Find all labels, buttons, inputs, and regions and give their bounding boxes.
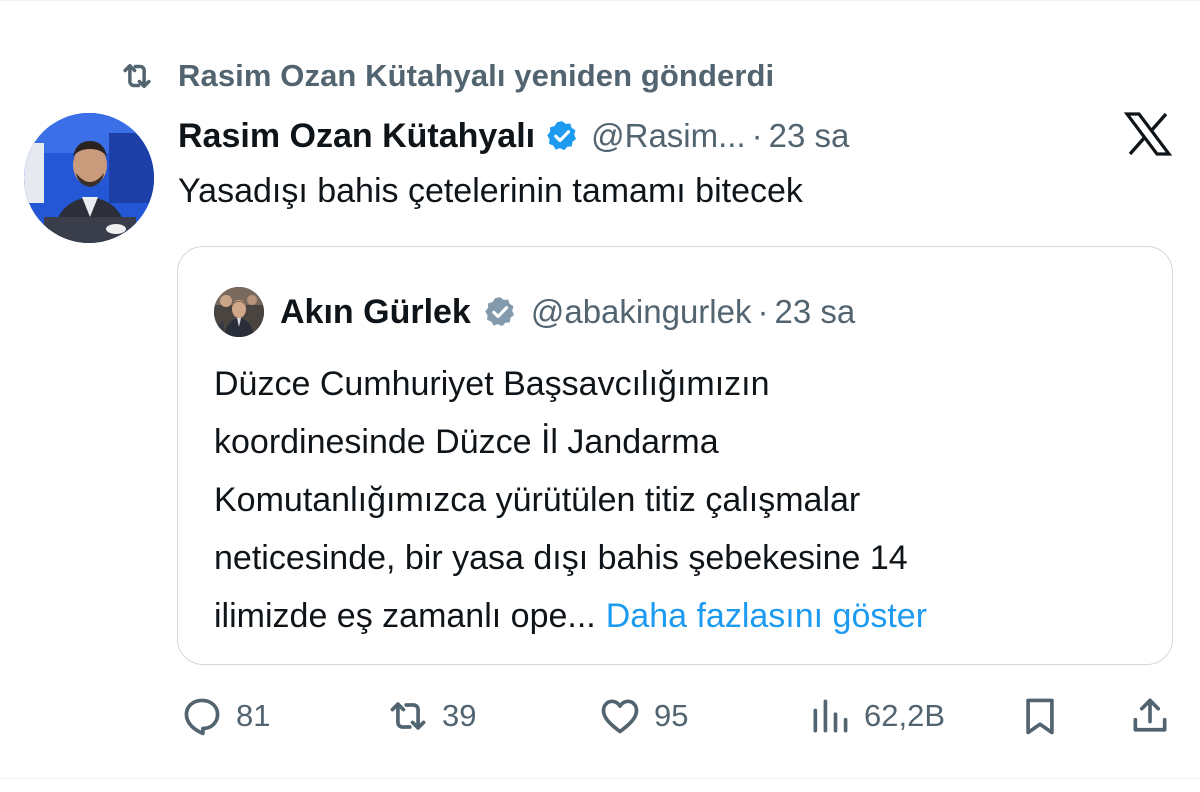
bottom-divider bbox=[0, 778, 1200, 779]
repost-label[interactable]: Rasim Ozan Kütahyalı yeniden gönderdi bbox=[178, 58, 774, 94]
quoted-author-avatar[interactable] bbox=[214, 287, 264, 337]
bookmark-icon bbox=[1026, 698, 1054, 735]
quoted-text-line: Komutanlığımızca yürütülen titiz çalışma… bbox=[214, 481, 861, 519]
reply-button[interactable]: 81 bbox=[180, 686, 270, 746]
quoted-author-handle[interactable]: @abakingurlek bbox=[531, 293, 752, 331]
x-logo-icon bbox=[1124, 112, 1172, 156]
author-avatar[interactable] bbox=[24, 113, 154, 243]
quoted-author-name[interactable]: Akın Gürlek bbox=[280, 293, 471, 332]
share-button[interactable] bbox=[1128, 686, 1172, 746]
quoted-text-line: Düzce Cumhuriyet Başsavcılığımızın bbox=[214, 365, 770, 403]
views-count: 62,2B bbox=[864, 698, 946, 733]
reply-icon bbox=[184, 698, 220, 736]
tweet-timestamp[interactable]: 23 sa bbox=[769, 117, 850, 155]
heart-icon bbox=[601, 699, 639, 734]
action-bar: 81 39 95 62,2B bbox=[0, 686, 1200, 746]
author-name[interactable]: Rasim Ozan Kütahyalı bbox=[178, 117, 535, 156]
like-button[interactable]: 95 bbox=[598, 686, 688, 746]
views-chart-icon bbox=[813, 699, 848, 733]
quoted-timestamp[interactable]: 23 sa bbox=[774, 293, 855, 331]
tweet-header: Rasim Ozan Kütahyalı @Rasim... · 23 sa bbox=[178, 112, 849, 160]
quoted-separator-dot: · bbox=[757, 293, 769, 330]
reply-count: 81 bbox=[236, 698, 271, 733]
quoted-text-line-last: ilimizde eş zamanlı ope... Daha fazlasını… bbox=[214, 587, 1154, 645]
quoted-text-line: neticesinde, bir yasa dışı bahis şebekes… bbox=[214, 539, 908, 577]
like-count: 95 bbox=[654, 698, 689, 733]
repost-button[interactable]: 39 bbox=[386, 686, 476, 746]
quoted-tweet-header: Akın Gürlek @abakingurlek · 23 sa bbox=[214, 287, 855, 337]
repost-icon bbox=[123, 63, 151, 89]
views-button[interactable]: 62,2B bbox=[808, 686, 945, 746]
quoted-text-truncated: ilimizde eş zamanlı ope... bbox=[214, 597, 596, 635]
separator-dot: · bbox=[751, 117, 763, 154]
tweet-text: Yasadışı bahis çetelerinin tamamı bitece… bbox=[178, 172, 803, 210]
quoted-tweet-card[interactable]: Akın Gürlek @abakingurlek · 23 sa Düzce … bbox=[177, 246, 1173, 665]
top-divider bbox=[0, 0, 1200, 1]
repost-indicator[interactable]: Rasim Ozan Kütahyalı yeniden gönderdi bbox=[118, 56, 774, 96]
repost-icon bbox=[390, 702, 426, 730]
share-icon bbox=[1133, 698, 1167, 732]
repost-count: 39 bbox=[442, 698, 477, 733]
show-more-link[interactable]: Daha fazlasını göster bbox=[606, 597, 927, 635]
author-handle[interactable]: @Rasim... bbox=[591, 117, 746, 155]
gray-verified-badge-icon bbox=[485, 297, 514, 327]
verified-badge-icon bbox=[547, 121, 577, 151]
quoted-text-line: koordinesinde Düzce İl Jandarma bbox=[214, 423, 719, 461]
bookmark-button[interactable] bbox=[1018, 686, 1062, 746]
quoted-tweet-text: Düzce Cumhuriyet Başsavcılığımızın koord… bbox=[214, 355, 1154, 645]
